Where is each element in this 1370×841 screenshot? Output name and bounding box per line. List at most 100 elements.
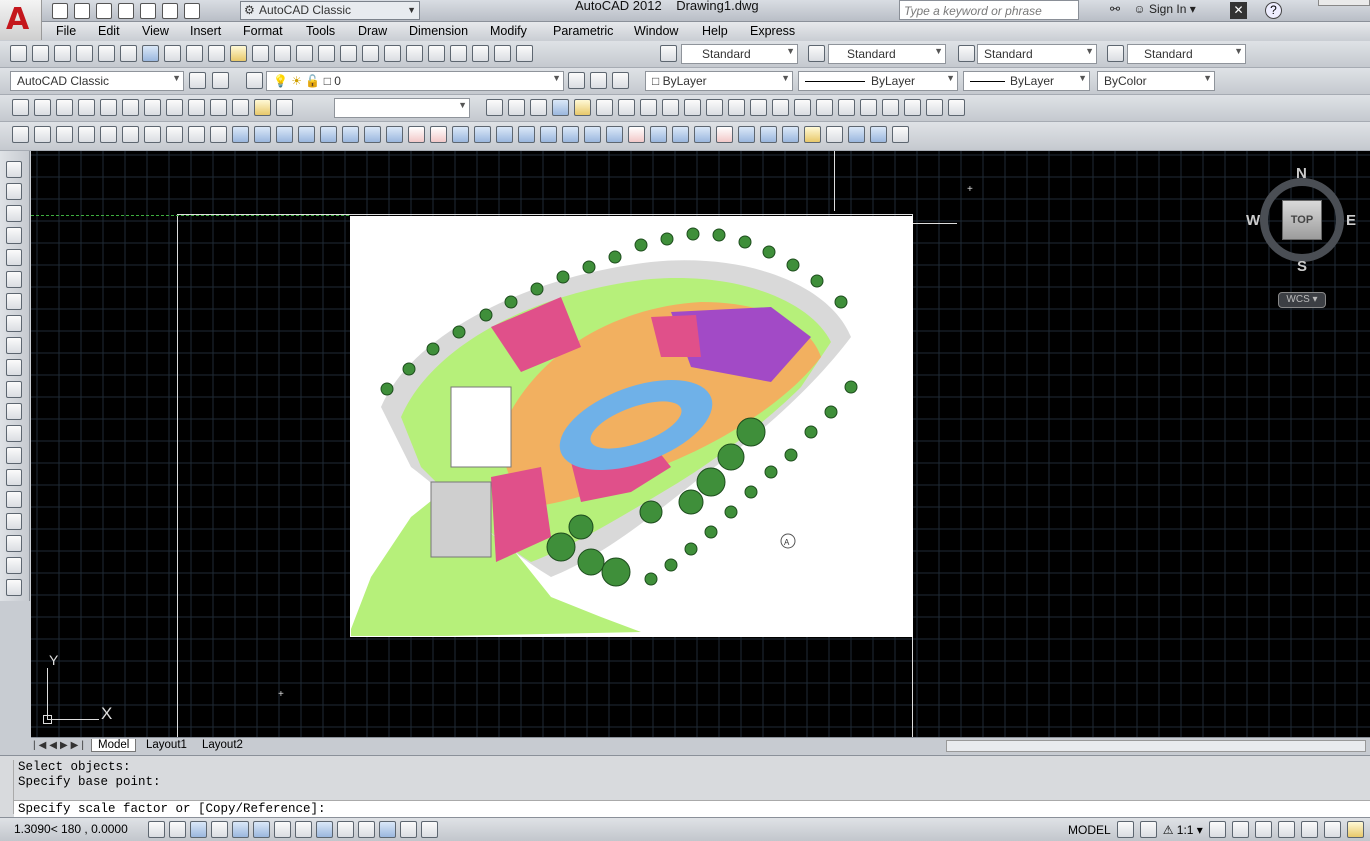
workspace-switching-icon[interactable] bbox=[1254, 821, 1272, 838]
plotstyle-select[interactable]: ByColor ▼ bbox=[1097, 71, 1215, 91]
3d-hidden-icon[interactable] bbox=[508, 99, 525, 116]
dim-style-icon[interactable] bbox=[808, 45, 825, 62]
revolve-icon[interactable] bbox=[298, 126, 315, 143]
open-icon[interactable] bbox=[32, 45, 49, 62]
shell-icon[interactable] bbox=[804, 126, 821, 143]
annotation-scale[interactable]: ⚠ 1:1 ▾ bbox=[1163, 823, 1203, 837]
delete-faces-icon[interactable] bbox=[628, 126, 645, 143]
continuous-orbit-icon[interactable] bbox=[662, 99, 679, 116]
ucs-apply-icon[interactable] bbox=[948, 99, 965, 116]
quick-view-layouts-icon[interactable] bbox=[1116, 821, 1134, 838]
properties-icon[interactable] bbox=[384, 45, 401, 62]
ucs-object-icon[interactable] bbox=[772, 99, 789, 116]
dynamic-input-icon[interactable] bbox=[337, 821, 354, 838]
preview-icon[interactable] bbox=[98, 45, 115, 62]
site-plan-image[interactable]: A bbox=[350, 216, 913, 637]
tab-layout2[interactable]: Layout2 bbox=[202, 739, 243, 751]
back-view-icon[interactable] bbox=[144, 99, 161, 116]
toolbar-lock-icon[interactable] bbox=[1277, 821, 1295, 838]
workspace-settings-icon[interactable] bbox=[212, 72, 229, 89]
3d-move-icon[interactable] bbox=[408, 126, 425, 143]
undo-icon[interactable] bbox=[162, 3, 178, 19]
save-icon[interactable] bbox=[96, 3, 112, 19]
rectangle-icon[interactable] bbox=[6, 249, 22, 266]
tab-model[interactable]: Model bbox=[91, 739, 137, 752]
save-as-icon[interactable] bbox=[118, 3, 134, 19]
match-properties-icon[interactable] bbox=[230, 45, 247, 62]
layer-select[interactable]: 💡 ☀ 🔓 □ 0 ▼ bbox=[266, 71, 564, 91]
compass-south[interactable]: S bbox=[1297, 258, 1307, 275]
polysolid-icon[interactable] bbox=[12, 126, 29, 143]
torus-icon[interactable] bbox=[144, 126, 161, 143]
paste-icon[interactable] bbox=[208, 45, 225, 62]
planar-surface-icon[interactable] bbox=[210, 126, 227, 143]
ne-iso-icon[interactable] bbox=[210, 99, 227, 116]
conceptual-icon[interactable] bbox=[574, 99, 591, 116]
workspaces-select[interactable]: AutoCAD Classic ▼ bbox=[10, 71, 184, 91]
realistic-icon[interactable] bbox=[552, 99, 569, 116]
lineweight-icon[interactable] bbox=[358, 821, 375, 838]
snap-mode-icon[interactable] bbox=[169, 821, 186, 838]
menu-edit[interactable]: Edit bbox=[98, 24, 120, 38]
offset-faces-icon[interactable] bbox=[606, 126, 623, 143]
coordinate-readout[interactable]: 1.3090< 180 , 0.0000 bbox=[14, 822, 128, 836]
menu-window[interactable]: Window bbox=[634, 24, 678, 38]
layer-previous-icon[interactable] bbox=[590, 72, 607, 89]
ucs-view-icon[interactable] bbox=[794, 99, 811, 116]
ellipse-icon[interactable] bbox=[6, 359, 22, 376]
sphere-icon[interactable] bbox=[100, 126, 117, 143]
section-icon[interactable] bbox=[870, 126, 887, 143]
ucs-face-icon[interactable] bbox=[750, 99, 767, 116]
search-input[interactable]: Type a keyword or phrase bbox=[899, 0, 1079, 20]
spline-icon[interactable] bbox=[6, 337, 22, 354]
intersect-icon[interactable] bbox=[386, 126, 403, 143]
grid-display-icon[interactable] bbox=[190, 821, 207, 838]
redo-icon[interactable] bbox=[274, 45, 291, 62]
bottom-view-icon[interactable] bbox=[56, 99, 73, 116]
separate-icon[interactable] bbox=[782, 126, 799, 143]
cut-icon[interactable] bbox=[164, 45, 181, 62]
ucs-x-icon[interactable] bbox=[882, 99, 899, 116]
right-view-icon[interactable] bbox=[100, 99, 117, 116]
pan-icon[interactable] bbox=[296, 45, 313, 62]
linetype-select[interactable]: ByLayer ▼ bbox=[798, 71, 958, 91]
isolate-objects-icon[interactable] bbox=[1323, 821, 1341, 838]
wedge-icon[interactable] bbox=[56, 126, 73, 143]
zoom-previous-icon[interactable] bbox=[362, 45, 379, 62]
ucs-previous-icon[interactable] bbox=[728, 99, 745, 116]
extrude-faces-icon[interactable] bbox=[562, 126, 579, 143]
compass-west[interactable]: W bbox=[1246, 212, 1260, 229]
3d-dwf-icon[interactable] bbox=[142, 45, 159, 62]
markup-icon[interactable] bbox=[472, 45, 489, 62]
redo-icon[interactable] bbox=[184, 3, 200, 19]
minimize-button[interactable] bbox=[1318, 0, 1370, 6]
quick-view-drawings-icon[interactable] bbox=[1139, 821, 1157, 838]
imprint-icon[interactable] bbox=[738, 126, 755, 143]
construction-line-icon[interactable] bbox=[6, 183, 22, 200]
object-snap-icon[interactable] bbox=[253, 821, 270, 838]
layer-properties-icon[interactable] bbox=[246, 72, 263, 89]
compass-north[interactable]: N bbox=[1296, 165, 1307, 182]
2d-wireframe-icon[interactable] bbox=[486, 99, 503, 116]
tool-palettes-icon[interactable] bbox=[428, 45, 445, 62]
model-space-button[interactable]: MODEL bbox=[1068, 823, 1111, 837]
horizontal-scrollbar[interactable] bbox=[946, 740, 1366, 752]
color-select[interactable]: □ ByLayer ▼ bbox=[645, 71, 793, 91]
menu-express[interactable]: Express bbox=[750, 24, 795, 38]
workspace-switcher[interactable]: ⚙ AutoCAD Classic ▼ bbox=[240, 1, 420, 20]
ucs-zaxis-icon[interactable] bbox=[838, 99, 855, 116]
drawing-area[interactable]: A TOP N S W E WCS ▾ Y X + + bbox=[31, 151, 1370, 737]
add-selected-icon[interactable] bbox=[6, 579, 22, 596]
slice-icon[interactable] bbox=[848, 126, 865, 143]
undo-icon[interactable] bbox=[252, 45, 269, 62]
application-menu-button[interactable]: A bbox=[0, 0, 42, 40]
orbit-icon[interactable] bbox=[618, 99, 635, 116]
clean-screen-icon[interactable] bbox=[1346, 821, 1364, 838]
save-icon[interactable] bbox=[54, 45, 71, 62]
viewcube[interactable]: TOP N S W E bbox=[1246, 165, 1356, 275]
dynamic-ucs-icon[interactable] bbox=[316, 821, 333, 838]
print-icon[interactable] bbox=[140, 3, 156, 19]
3d-rotate-icon[interactable] bbox=[430, 126, 447, 143]
sw-iso-icon[interactable] bbox=[166, 99, 183, 116]
box-icon[interactable] bbox=[34, 126, 51, 143]
